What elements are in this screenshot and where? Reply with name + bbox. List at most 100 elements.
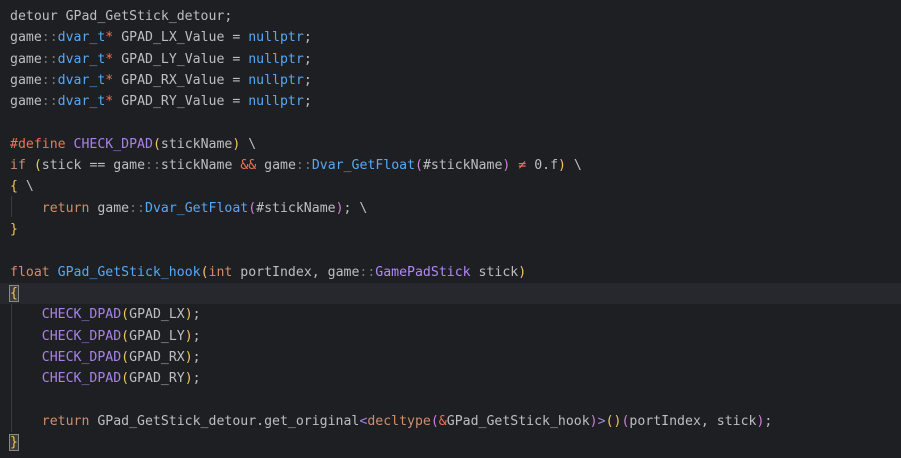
code-token: )	[558, 158, 566, 174]
code-token: CHECK_DPAD	[41, 328, 122, 344]
code-token: ::	[41, 72, 58, 88]
code-token: ::	[145, 158, 161, 174]
code-token: if	[10, 158, 26, 174]
code-token: ()	[605, 413, 622, 429]
code-token: GPAD_LY	[129, 328, 185, 344]
code-token: stick	[41, 158, 90, 174]
code-token: GPAD_RX	[129, 349, 185, 365]
code-token: dvar_t	[57, 94, 106, 110]
code-line[interactable]: float GPad_GetStick_hook(int portIndex, …	[10, 262, 526, 283]
code-token: game	[10, 94, 42, 110]
code-token: ;	[764, 413, 773, 429]
code-line[interactable]: CHECK_DPAD(GPAD_LY);	[10, 326, 201, 347]
code-token: )	[184, 328, 193, 344]
code-token: ::	[41, 51, 58, 67]
code-token: GamePadStick	[375, 264, 471, 280]
code-line[interactable]: { \	[10, 176, 34, 197]
code-line[interactable]: game::dvar_t* GPAD_RX_Value = nullptr;	[10, 70, 312, 91]
code-line[interactable]: CHECK_DPAD(GPAD_RY);	[10, 368, 201, 389]
code-line[interactable]: {	[0, 282, 901, 305]
code-token: ::	[41, 94, 58, 110]
code-token: &&	[240, 158, 257, 174]
code-token: GPAD_RY_Value =	[113, 94, 249, 110]
code-token: dvar_t	[57, 72, 106, 88]
code-line[interactable]: #define CHECK_DPAD(stickName) \	[10, 134, 256, 155]
code-line[interactable]: }	[10, 219, 18, 240]
code-token: >	[597, 413, 606, 429]
code-token: 0.f	[534, 158, 559, 174]
code-line[interactable]: game::dvar_t* GPAD_LX_Value = nullptr;	[10, 27, 312, 48]
code-token: (	[200, 264, 209, 280]
code-token: \	[17, 179, 34, 195]
code-line[interactable]: return GPad_GetStick_detour.get_original…	[10, 411, 773, 432]
code-line[interactable]: return game::Dvar_GetFloat(#stickName); …	[10, 198, 368, 219]
code-token: nullptr	[248, 94, 304, 110]
code-token: dvar_t	[57, 30, 106, 46]
code-token: ;	[303, 94, 312, 110]
code-token: GPAD_LY_Value =	[113, 51, 249, 67]
code-line[interactable]: }	[9, 432, 19, 453]
code-line[interactable]: CHECK_DPAD(GPAD_RX);	[10, 347, 201, 368]
code-token: game	[105, 158, 146, 174]
code-token: ; \	[343, 200, 368, 216]
code-editor[interactable]: detour GPad_GetStick_detour;game::dvar_t…	[0, 0, 901, 458]
code-token: GPAD_LX	[129, 307, 185, 323]
code-line[interactable]: game::dvar_t* GPAD_RY_Value = nullptr;	[10, 91, 312, 112]
code-token: stick	[470, 264, 519, 280]
code-token: ;	[192, 307, 201, 323]
code-token: portIndex, stick	[629, 413, 757, 429]
code-token: int	[208, 264, 233, 280]
code-token: nullptr	[248, 51, 304, 67]
code-token: )	[184, 349, 193, 365]
code-token: game	[256, 158, 296, 174]
code-token: stickName	[160, 158, 241, 174]
code-token: ;	[192, 328, 201, 344]
code-token: CHECK_DPAD	[41, 349, 122, 365]
code-token: game	[89, 200, 130, 216]
code-line[interactable]: if (stick == game::stickName && game::Dv…	[10, 155, 582, 176]
code-token: game	[10, 51, 42, 67]
code-token: ::	[295, 158, 312, 174]
code-token: ::	[41, 30, 58, 46]
code-token: )	[184, 307, 193, 323]
code-token: (	[152, 136, 161, 152]
code-token: )	[589, 413, 598, 429]
code-token: (	[121, 307, 130, 323]
code-token: {	[9, 284, 19, 302]
code-line[interactable]: CHECK_DPAD(GPAD_LX);	[10, 304, 201, 325]
code-token: stickName	[160, 136, 233, 152]
code-token: GPAD_LX_Value =	[113, 30, 249, 46]
code-token: detour GPad_GetStick_detour;	[10, 9, 233, 24]
code-token: (	[121, 349, 130, 365]
code-token: GPAD_RX_Value =	[113, 72, 249, 88]
code-token: (	[415, 158, 423, 174]
code-token: GPad_GetStick_detour.get_original	[89, 413, 360, 429]
code-token: GPAD_RY	[129, 371, 185, 387]
code-token: return	[41, 413, 90, 429]
code-token: ;	[303, 72, 312, 88]
code-token: return	[41, 200, 90, 216]
code-token: portIndex, game	[232, 264, 360, 280]
code-token: }	[9, 434, 19, 451]
code-token: ::	[359, 264, 376, 280]
code-token: ::	[129, 200, 145, 216]
code-line[interactable]: detour GPad_GetStick_detour;	[10, 6, 232, 27]
code-token: Dvar_GetFloat	[311, 158, 416, 174]
code-token: CHECK_DPAD	[73, 136, 153, 152]
code-token: #stickName	[256, 200, 336, 216]
code-token: \	[565, 158, 582, 174]
code-token: CHECK_DPAD	[41, 371, 122, 387]
code-token: )	[335, 200, 344, 216]
code-token: decltype	[367, 413, 431, 429]
code-token: dvar_t	[57, 51, 106, 67]
code-token: (	[248, 200, 257, 216]
code-line[interactable]: game::dvar_t* GPAD_LY_Value = nullptr;	[10, 49, 312, 70]
code-token: (	[121, 328, 130, 344]
